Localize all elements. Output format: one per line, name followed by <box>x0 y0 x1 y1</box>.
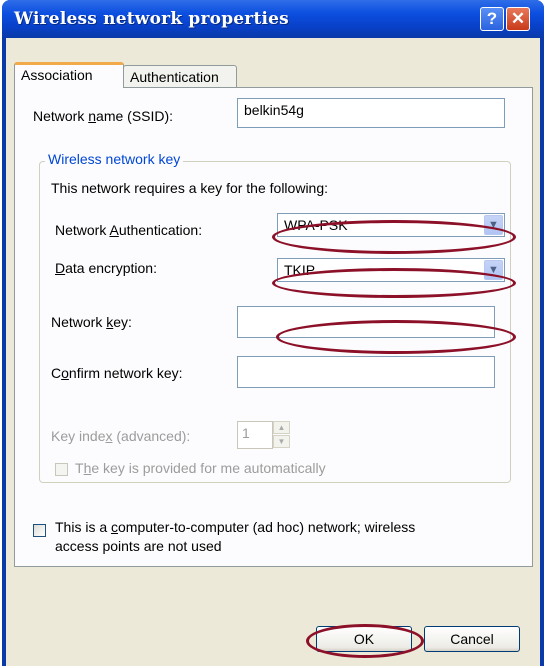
wireless-key-group-title: Wireless network key <box>45 151 184 167</box>
key-intro-text: This network requires a key for the foll… <box>51 180 329 196</box>
spin-down-icon[interactable]: ▼ <box>273 435 290 448</box>
chevron-down-icon[interactable]: ▼ <box>484 215 503 235</box>
confirm-key-input[interactable] <box>237 356 495 388</box>
data-encryption-select[interactable]: TKIP ▼ <box>277 258 505 282</box>
auto-key-checkbox[interactable] <box>55 463 68 476</box>
ok-button[interactable]: OK <box>316 626 412 652</box>
chevron-down-icon[interactable]: ▼ <box>484 260 503 280</box>
tab-authentication-label: Authentication <box>130 69 219 85</box>
ssid-label: Network name (SSID): <box>33 108 174 124</box>
ssid-input[interactable]: belkin54g <box>237 98 505 128</box>
ssid-value: belkin54g <box>244 102 304 118</box>
network-authentication-label: Network Authentication: <box>55 222 203 238</box>
dialog-window: Wireless network properties ? ✕ Associat… <box>2 0 544 666</box>
auto-key-label: The key is provided for me automatically <box>75 460 326 476</box>
dialog-client-area: Association Authentication Network name … <box>6 38 540 666</box>
tab-association-label: Association <box>21 67 93 83</box>
network-key-label: Network key: <box>51 314 132 330</box>
key-index-value: 1 <box>242 425 250 441</box>
title-bar[interactable]: Wireless network properties ? ✕ <box>2 0 544 38</box>
spin-up-icon[interactable]: ▲ <box>273 421 290 434</box>
network-key-input[interactable] <box>237 306 495 338</box>
network-authentication-value: WPA-PSK <box>284 217 348 233</box>
association-panel: Network name (SSID): belkin54g Wireless … <box>14 87 533 567</box>
network-authentication-select[interactable]: WPA-PSK ▼ <box>277 213 505 237</box>
window-title: Wireless network properties <box>14 9 289 29</box>
tab-association[interactable]: Association <box>14 62 124 88</box>
key-index-spinner[interactable]: 1 <box>237 421 273 449</box>
close-button[interactable]: ✕ <box>506 7 530 31</box>
data-encryption-label: Data encryption: <box>55 260 157 276</box>
help-icon: ? <box>486 9 498 28</box>
close-icon: ✕ <box>510 9 526 28</box>
cancel-button[interactable]: Cancel <box>424 626 520 652</box>
key-index-label: Key index (advanced): <box>51 428 191 444</box>
adhoc-label-line1: This is a computer-to-computer (ad hoc) … <box>55 519 416 535</box>
adhoc-checkbox[interactable] <box>33 524 46 537</box>
adhoc-label-line2: access points are not used <box>55 538 222 554</box>
tab-authentication[interactable]: Authentication <box>123 65 237 89</box>
help-button[interactable]: ? <box>480 7 504 31</box>
data-encryption-value: TKIP <box>284 262 316 278</box>
confirm-key-label: Confirm network key: <box>51 365 183 381</box>
